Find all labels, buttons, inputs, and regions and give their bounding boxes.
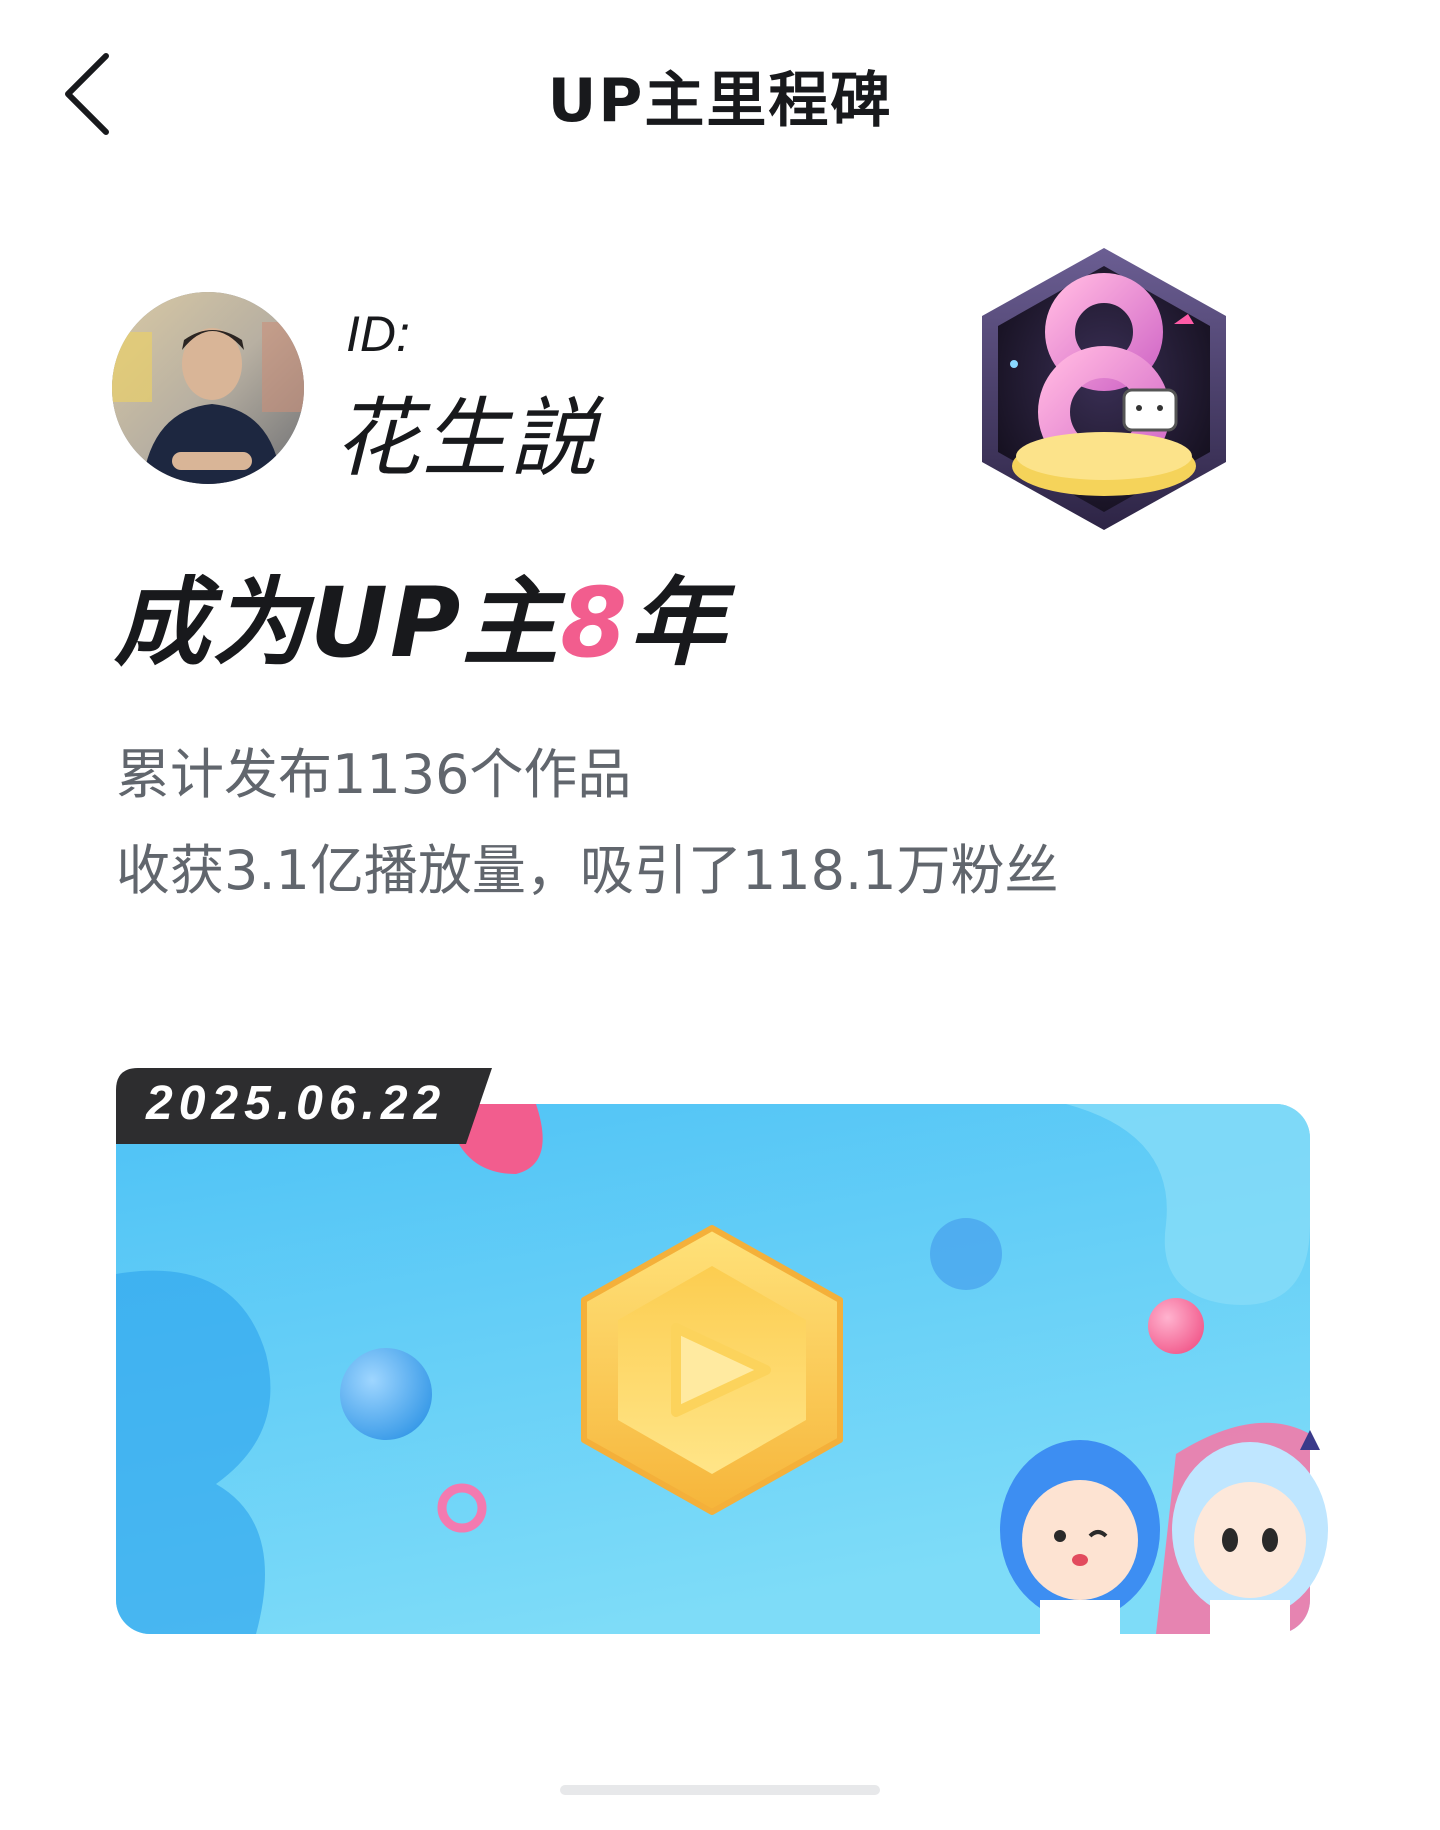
watermark-strip (560, 1785, 880, 1795)
user-name: 花生説 (334, 389, 598, 489)
avatar[interactable] (112, 292, 304, 484)
stat-works: 累计发布1136个作品 (116, 743, 632, 806)
mascot-characters (980, 1410, 1350, 1640)
page-title: UP主里程碑 (547, 66, 893, 136)
anniversary-8-badge-icon (974, 244, 1234, 534)
nav-bar: UP主里程碑 (0, 0, 1440, 200)
date-tab: 2025.06.22 (116, 1068, 492, 1144)
id-label: ID: (346, 306, 410, 362)
milestone-date: 2025.06.22 (146, 1077, 447, 1130)
stat-views-fans: 收获3.1亿播放量，吸引了118.1万粉丝 (116, 839, 1059, 902)
headline-suffix: 年 (629, 567, 728, 679)
headline-prefix: 成为UP主 (114, 567, 561, 679)
headline-years: 8 (560, 567, 630, 679)
play-hexagon-icon[interactable] (574, 1220, 850, 1520)
milestone-headline: 成为UP主8年 (114, 545, 727, 684)
